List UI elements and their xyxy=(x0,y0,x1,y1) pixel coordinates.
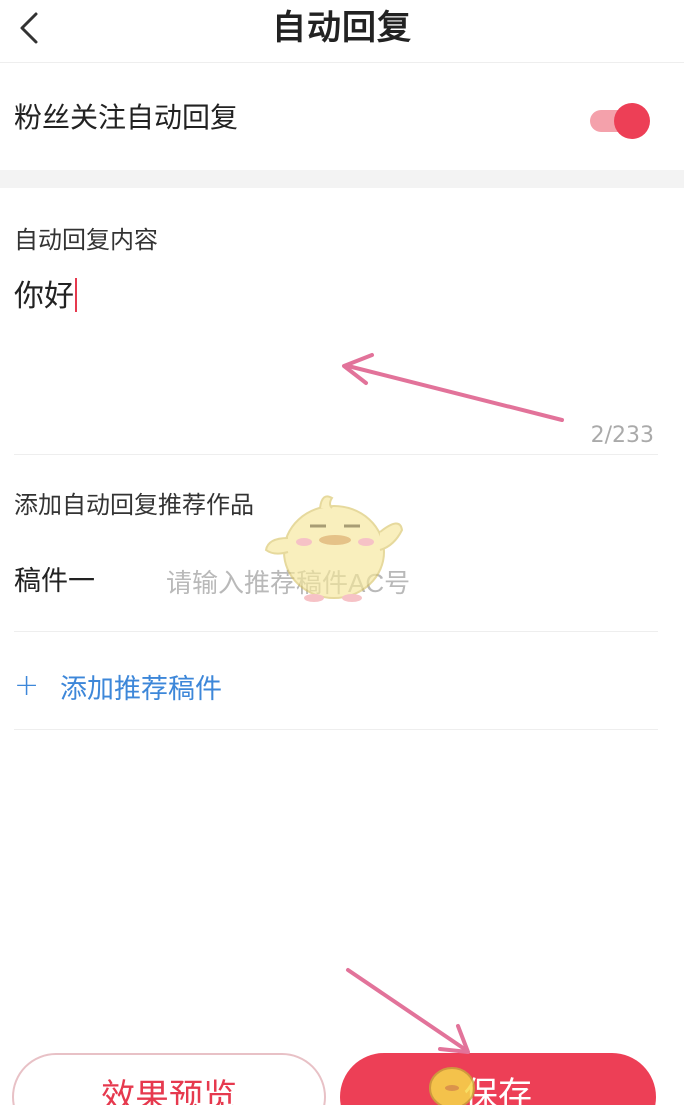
divider xyxy=(14,729,658,730)
reply-content-textarea[interactable]: 你好 xyxy=(14,277,77,317)
auto-reply-screen: 自动回复 粉丝关注自动回复 自动回复内容 你好 2/233 添加自动回复推荐作品… xyxy=(0,0,684,1105)
reply-content-label: 自动回复内容 xyxy=(14,226,158,254)
toggle-knob xyxy=(614,103,650,139)
divider xyxy=(14,454,658,455)
draft-one-label: 稿件一 xyxy=(14,566,95,597)
follow-auto-reply-label: 粉丝关注自动回复 xyxy=(14,101,239,134)
reply-content-value: 你好 xyxy=(14,279,74,314)
save-button[interactable]: 保存 xyxy=(340,1053,656,1105)
annotation-arrow-icon xyxy=(346,968,470,1054)
add-recommend-draft-label: 添加推荐稿件 xyxy=(60,673,222,705)
header: 自动回复 xyxy=(0,0,684,63)
divider xyxy=(14,631,658,632)
preview-button[interactable]: 效果预览 xyxy=(12,1053,326,1105)
annotation-arrow-icon xyxy=(342,353,564,422)
chick-mascot-icon xyxy=(429,1067,475,1105)
add-recommend-draft-button[interactable]: + 添加推荐稿件 xyxy=(14,666,222,706)
recommend-section-label: 添加自动回复推荐作品 xyxy=(14,491,254,519)
char-count: 2/233 xyxy=(590,423,654,448)
section-divider xyxy=(0,170,684,188)
text-caret xyxy=(75,278,77,312)
chick-mascot-icon xyxy=(264,495,404,602)
plus-icon: + xyxy=(14,668,40,703)
follow-auto-reply-toggle[interactable] xyxy=(590,103,656,139)
page-title: 自动回复 xyxy=(272,8,412,48)
